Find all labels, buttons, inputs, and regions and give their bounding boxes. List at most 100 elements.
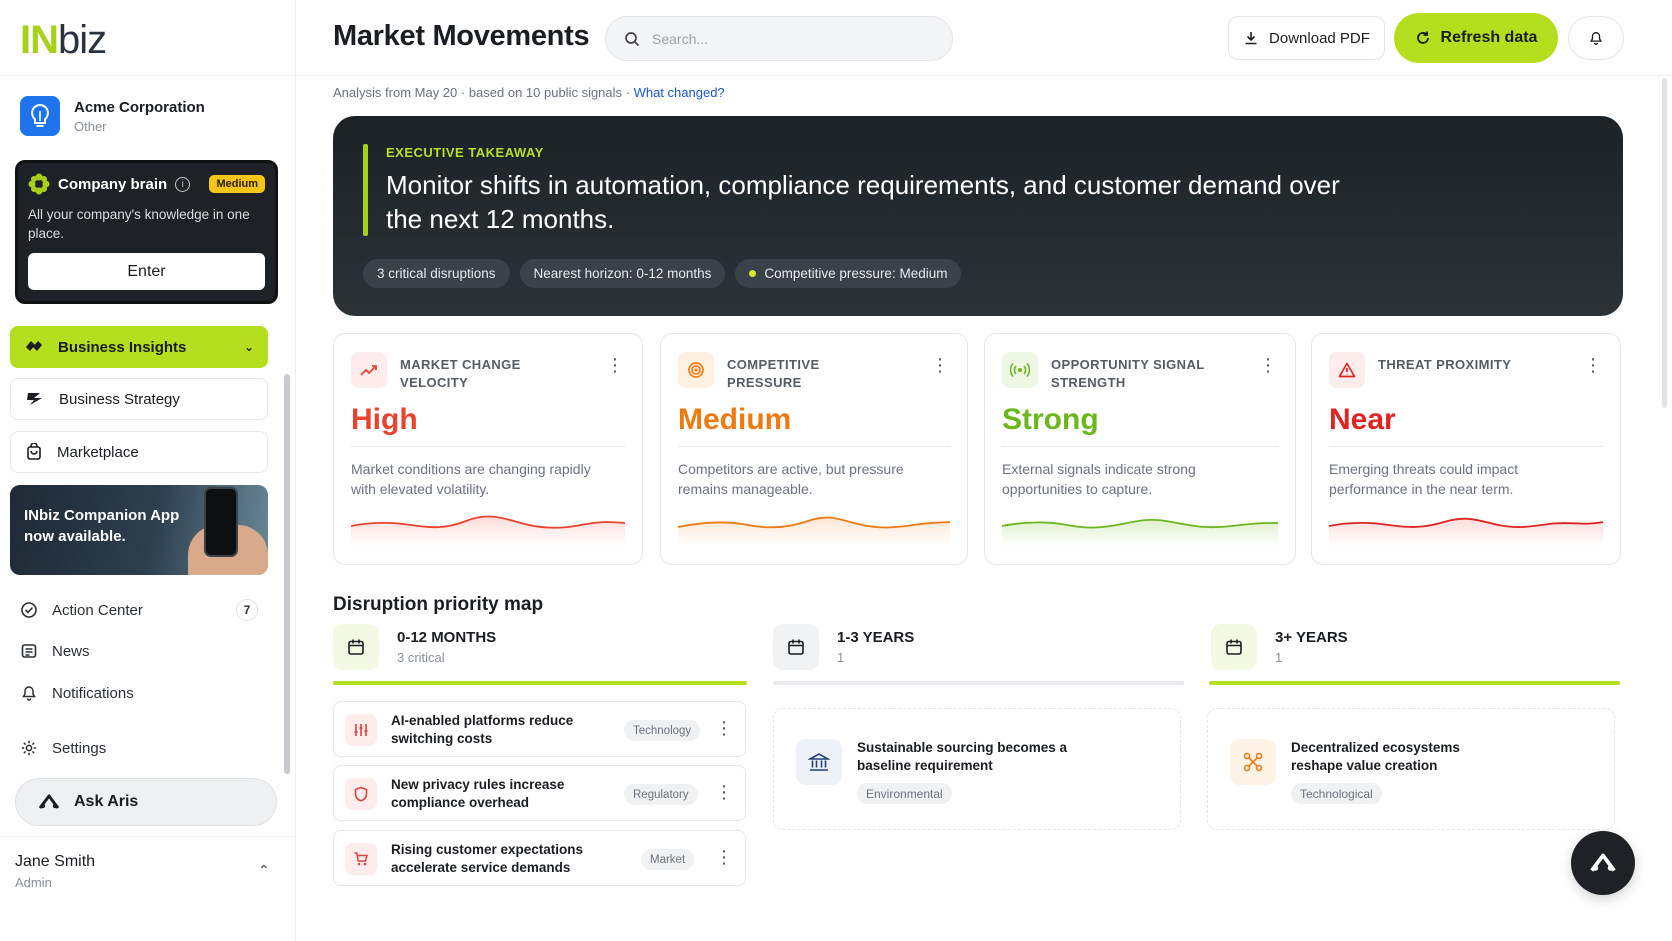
- user-name: Jane Smith: [15, 853, 96, 870]
- sidebar-divider: [0, 75, 296, 76]
- org-switcher[interactable]: Acme Corporation Other: [20, 96, 205, 136]
- more-vertical-icon[interactable]: ⋮: [715, 782, 733, 803]
- chip-competitive-pressure: Competitive pressure: Medium: [735, 259, 962, 288]
- disruption-row[interactable]: AI-enabled platforms reduce switching co…: [333, 701, 746, 757]
- metric-divider: [1329, 446, 1603, 447]
- download-pdf-button[interactable]: Download PDF: [1228, 16, 1385, 60]
- search-input[interactable]: [652, 30, 932, 47]
- sidebar-item-business-insights[interactable]: Business Insights ⌄: [10, 326, 268, 368]
- disruption-text: Rising customer expectations accelerate …: [391, 842, 584, 875]
- status-dot: [749, 270, 757, 277]
- more-vertical-icon[interactable]: ⋮: [931, 356, 949, 374]
- calendar-icon: [773, 624, 819, 670]
- chip-label: Competitive pressure: Medium: [764, 266, 948, 281]
- target-icon: [678, 352, 714, 388]
- metric-value: Near: [1329, 403, 1396, 436]
- more-vertical-icon[interactable]: ⋮: [715, 718, 733, 739]
- category-tag: Regulatory: [624, 784, 698, 805]
- metric-divider: [351, 446, 625, 447]
- metric-description: Emerging threats could impact performanc…: [1329, 461, 1519, 497]
- bell-icon: [1589, 31, 1603, 45]
- sidebar-item-label: News: [52, 642, 90, 660]
- metric-label: THREAT PROXIMITY: [1378, 357, 1512, 372]
- search-box[interactable]: [605, 16, 953, 61]
- aris-assistant-fab[interactable]: [1571, 831, 1635, 895]
- more-vertical-icon[interactable]: ⋮: [715, 847, 733, 868]
- news-icon: [21, 644, 37, 658]
- user-role: Admin: [15, 875, 52, 890]
- metric-card-market-change-velocity: MARKET CHANGE VELOCITY ⋮ High Market con…: [333, 333, 643, 565]
- download-icon: [1245, 32, 1257, 45]
- notifications-button[interactable]: [1568, 16, 1624, 60]
- logo-biz: biz: [58, 18, 107, 62]
- sidebar-item-label: Settings: [52, 739, 107, 757]
- sidebar-item-news[interactable]: News: [10, 634, 268, 668]
- brain-description: All your company's knowledge in one plac…: [28, 207, 250, 241]
- ask-aris-button[interactable]: Ask Aris: [15, 778, 277, 826]
- category-tag: Technology: [624, 720, 701, 741]
- user-profile[interactable]: Jane Smith Admin: [15, 853, 95, 890]
- refresh-data-button[interactable]: Refresh data: [1394, 13, 1558, 63]
- metric-label: OPPORTUNITY SIGNAL STRENGTH: [1051, 357, 1205, 390]
- column-1-3-years[interactable]: 1-3 YEARS 1: [773, 624, 914, 670]
- column-3-plus-years[interactable]: 3+ YEARS 1: [1211, 624, 1348, 670]
- lightbulb-icon: [20, 96, 60, 136]
- calendar-icon: [1211, 624, 1257, 670]
- more-vertical-icon[interactable]: ⋮: [1584, 356, 1602, 374]
- analysis-text: Analysis from May 20 · based on 10 publi…: [333, 85, 634, 100]
- org-name: Acme Corporation: [74, 98, 205, 116]
- shopping-bag-icon: [27, 443, 41, 460]
- download-label: Download PDF: [1269, 29, 1370, 47]
- promo-text: INbiz Companion App now available.: [24, 507, 180, 545]
- disruption-text: Decentralized ecosystems reshape value c…: [1291, 740, 1460, 773]
- sidebar-item-label: Business Strategy: [59, 390, 180, 408]
- network-icon: [1230, 739, 1276, 785]
- more-vertical-icon[interactable]: ⋮: [1259, 356, 1277, 374]
- aris-logo-icon: [38, 794, 60, 809]
- sidebar-item-business-strategy[interactable]: Business Strategy: [10, 378, 268, 420]
- refresh-label: Refresh data: [1440, 29, 1538, 46]
- sidebar-item-label: Notifications: [52, 684, 134, 702]
- disruption-row[interactable]: New privacy rules increase compliance ov…: [333, 765, 746, 821]
- app-logo[interactable]: INbiz: [20, 18, 107, 63]
- sidebar-item-notifications[interactable]: Notifications: [10, 676, 268, 710]
- column-title: 3+ YEARS: [1275, 629, 1348, 646]
- search-icon: [625, 31, 640, 46]
- sidebar-scrollbar[interactable]: [284, 374, 290, 774]
- chip-nearest-horizon: Nearest horizon: 0-12 months: [519, 259, 726, 288]
- analysis-meta: Analysis from May 20 · based on 10 publi…: [333, 85, 725, 100]
- metric-divider: [1002, 446, 1278, 447]
- info-icon[interactable]: i: [175, 176, 191, 192]
- chevron-down-icon: ⌄: [243, 340, 254, 354]
- chevron-up-icon[interactable]: ⌃: [258, 862, 270, 879]
- sidebar-item-action-center[interactable]: Action Center 7: [10, 593, 268, 627]
- disruption-card-mid-term[interactable]: Sustainable sourcing becomes a baseline …: [773, 708, 1181, 830]
- signal-icon: [1002, 352, 1038, 388]
- disruption-row[interactable]: Rising customer expectations accelerate …: [333, 830, 746, 886]
- executive-title: Monitor shifts in automation, compliance…: [386, 170, 1340, 234]
- column-subtitle: 3 critical: [397, 650, 445, 665]
- strategy-icon: [27, 393, 42, 405]
- column-bar-mid: [773, 681, 1184, 685]
- enter-button[interactable]: Enter: [28, 253, 265, 290]
- what-changed-link[interactable]: What changed?: [634, 85, 725, 100]
- brain-level-badge: Medium: [209, 175, 265, 193]
- main-scrollbar[interactable]: [1662, 78, 1667, 408]
- disruption-map-title: Disruption priority map: [333, 594, 544, 615]
- category-tag: Environmental: [857, 783, 952, 804]
- company-brain-card: Company brain i Medium All your company'…: [15, 160, 278, 304]
- companion-app-promo[interactable]: INbiz Companion App now available.: [10, 485, 268, 575]
- disruption-text: Sustainable sourcing becomes a baseline …: [857, 740, 1068, 773]
- sparkline-competitive-pressure: [678, 516, 950, 546]
- sidebar-item-settings[interactable]: Settings: [10, 731, 268, 765]
- disruption-card-long-term[interactable]: Decentralized ecosystems reshape value c…: [1207, 708, 1615, 830]
- more-vertical-icon[interactable]: ⋮: [606, 356, 624, 374]
- column-0-12-months[interactable]: 0-12 MONTHS 3 critical: [333, 624, 496, 670]
- metric-description: Market conditions are changing rapidly w…: [351, 461, 591, 497]
- phone-illustration: [204, 487, 238, 557]
- disruption-text: New privacy rules increase compliance ov…: [391, 777, 565, 810]
- ask-aris-label: Ask Aris: [74, 793, 139, 810]
- trend-up-icon: [351, 352, 387, 388]
- sidebar-item-marketplace[interactable]: Marketplace: [10, 431, 268, 473]
- refresh-icon: [1416, 31, 1429, 44]
